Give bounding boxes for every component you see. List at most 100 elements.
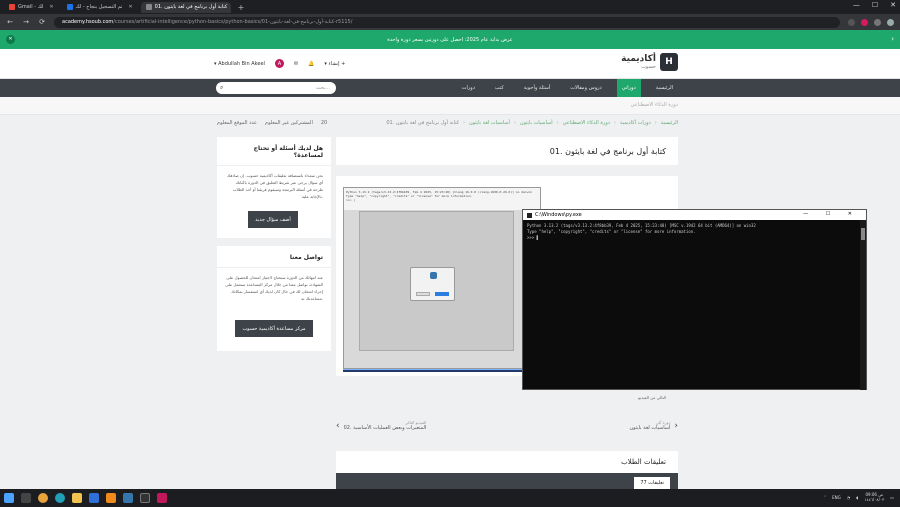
close-tab-icon[interactable]: ✕	[49, 4, 53, 10]
console-titlebar[interactable]: C:\Windows\py.exe — ☐ ✕	[523, 210, 866, 220]
app-icon[interactable]	[157, 493, 167, 503]
nav-articles[interactable]: دروس ومقالات	[565, 79, 606, 97]
close-icon[interactable]: ✕	[890, 1, 896, 9]
add-question-button[interactable]: أضف سؤال جديد	[248, 211, 298, 228]
folder-icon[interactable]	[72, 493, 82, 503]
search-placeholder: بحث...	[315, 85, 330, 91]
edge-icon[interactable]	[55, 493, 65, 503]
nav-my-courses[interactable]: دوراتي	[616, 79, 641, 97]
announcement-text[interactable]: عرض بداية عام 2025: احصل على دورتين بسعر…	[387, 37, 513, 43]
back-icon[interactable]: ←	[6, 18, 14, 26]
breadcrumb-item[interactable]: دورة الذكاء الاصطناعي	[563, 120, 610, 126]
course-subheader: دورة الذكاء الاصطناعي	[0, 97, 900, 115]
chrome-icon[interactable]	[38, 493, 48, 503]
create-menu[interactable]: ▾ إنشاء +	[324, 61, 345, 67]
browser-tab-gmail[interactable]: Gmail - لك ✕	[4, 2, 59, 13]
forward-icon[interactable]: →	[22, 18, 30, 26]
breadcrumb: الرئيسية › دورات أكاديمية › دورة الذكاء ال…	[386, 120, 678, 126]
username: Abdullah Bin Akeel	[218, 60, 265, 67]
video-progress-bar[interactable]	[343, 369, 541, 372]
chevron-right-icon[interactable]: ›	[891, 35, 894, 43]
language-indicator[interactable]: ENG	[832, 495, 841, 500]
terminal-icon[interactable]	[140, 493, 150, 503]
console-scrollbar[interactable]	[860, 220, 866, 390]
contact-card-text: عند انتهائك من الدورة ستحتاج لاجتياز امت…	[225, 275, 323, 301]
search-icon[interactable]: ⌕	[220, 84, 223, 92]
tab-label: Gmail - لك	[18, 4, 44, 10]
tab-label: 01. كتابة أول برنامج في لغة بايثون	[154, 4, 228, 10]
video-caption[interactable]: التالي من الفيديو	[638, 395, 666, 400]
minimize-icon[interactable]: —	[853, 1, 860, 9]
profile-icon[interactable]	[887, 18, 894, 26]
site-logo[interactable]: أكاديمية حسوب H	[621, 53, 678, 71]
video-button	[435, 292, 449, 296]
console-window[interactable]: C:\Windows\py.exe — ☐ ✕ Python 3.13.2 (t…	[522, 209, 867, 390]
url-field[interactable]: academy.hsoub.com /courses/artificial-in…	[54, 16, 840, 28]
lesson-pager: دورة آلي أساسيات لغة بايثون › ‹ الفيديو …	[336, 420, 678, 442]
window-controls: — ☐ ✕	[853, 1, 896, 9]
console-icon	[527, 212, 532, 218]
location-stat: عدد الموقع المعلوم	[217, 120, 257, 126]
course-name[interactable]: دورة الذكاء الاصطناعي	[631, 102, 678, 108]
avatar[interactable]: A	[274, 59, 284, 68]
maximize-icon[interactable]: ☐	[872, 1, 878, 9]
console-output[interactable]: Python 3.13.2 (tags/v3.13.2:4f8bb39, Feb…	[523, 220, 866, 244]
video-frame[interactable]: Python 3.13.2 (tags/v3.13.2:4f8bb39, Feb…	[343, 187, 541, 369]
console-controls[interactable]: — ☐ ✕	[803, 211, 860, 217]
user-area: ▾ Abdullah Bin Akeel A ✉ 🔔 ▾ إنشاء +	[214, 59, 345, 68]
user-menu[interactable]: ▾ Abdullah Bin Akeel	[214, 61, 265, 67]
address-bar: ← → ⟳ academy.hsoub.com /courses/artific…	[0, 14, 900, 30]
extension-icon[interactable]	[861, 18, 868, 26]
new-tab-button[interactable]: +	[238, 3, 245, 12]
chevron-up-icon[interactable]: ˄	[824, 495, 826, 500]
nav-books[interactable]: كتب	[490, 79, 509, 97]
python-icon[interactable]	[123, 493, 133, 503]
breadcrumb-item[interactable]: دورات أكاديمية	[620, 120, 651, 126]
help-card-text: نحن سعداء باستضافة تعليقات أكاديمية حسوب…	[227, 173, 323, 199]
help-center-button[interactable]: مركز مساعدة أكاديمية حسوب	[235, 320, 313, 337]
breadcrumb-item[interactable]: أساسيات لغة بايثون	[469, 120, 510, 126]
main-nav: الرئيسية دوراتي دروس ومقالات أسئلة وأجوب…	[0, 79, 900, 97]
nav-questions[interactable]: أسئلة وأجوبة	[519, 79, 556, 97]
vlc-icon[interactable]	[106, 493, 116, 503]
logo-icon: H	[660, 53, 678, 71]
breadcrumb-item[interactable]: أساسيات بايثون	[520, 120, 553, 126]
comments-title: تعليقات الطلاب	[336, 451, 678, 473]
windows-start-icon[interactable]	[4, 493, 14, 503]
notifications-icon[interactable]: 🔔	[308, 61, 314, 67]
logo-subtitle: حسوب	[641, 64, 656, 70]
wifi-icon[interactable]: ◔	[847, 495, 851, 500]
browser-tab-registration[interactable]: تم التسجيل بنجاح - لك ✕	[62, 2, 138, 13]
chevron-left-icon: ‹	[336, 420, 340, 431]
console-title: C:\Windows\py.exe	[535, 212, 582, 218]
console-prompt: >>> ▌	[527, 235, 540, 240]
breadcrumb-current: 01. كتابة أول برنامج في لغة بايثون	[386, 120, 459, 126]
extension-icon[interactable]	[874, 18, 881, 26]
search-icon[interactable]	[21, 493, 31, 503]
video-line: >>> |	[346, 198, 356, 202]
volume-icon[interactable]: ◖	[856, 495, 858, 500]
video-terminal: Python 3.13.2 (tags/v3.13.2:4f8bb39, Feb…	[344, 188, 540, 210]
store-icon[interactable]	[89, 493, 99, 503]
lesson-title: 01. كتابة أول برنامج في لغة بايثون	[336, 137, 678, 165]
extension-icon[interactable]	[848, 18, 855, 26]
clock[interactable]: 09:06 ص ١٤٤٦/٠٨/٠٣	[864, 492, 884, 502]
browser-tabbar: Gmail - لك ✕ تم التسجيل بنجاح - لك ✕ 01.…	[0, 0, 900, 14]
close-announcement-icon[interactable]: ✕	[6, 35, 15, 44]
breadcrumb-item[interactable]: الرئيسية	[661, 120, 678, 126]
search-input[interactable]: ⌕ بحث...	[216, 82, 336, 94]
notification-icon[interactable]: ▭	[890, 495, 894, 500]
extensions	[848, 18, 894, 26]
next-lesson-link[interactable]: ‹ الفيديو التالي 02. المتغيرات وبعض العم…	[336, 420, 426, 431]
site-header: ▾ Abdullah Bin Akeel A ✉ 🔔 ▾ إنشاء + أكا…	[0, 49, 900, 79]
nav-home[interactable]: الرئيسية	[651, 79, 678, 97]
comments-count-tab[interactable]: 77 تعليقات	[634, 477, 670, 489]
reload-icon[interactable]: ⟳	[38, 18, 46, 26]
nav-courses[interactable]: دورات	[457, 79, 480, 97]
close-tab-icon[interactable]: ✕	[128, 4, 132, 10]
previous-lesson-link[interactable]: دورة آلي أساسيات لغة بايثون ›	[629, 420, 678, 431]
browser-tab-lesson[interactable]: 01. كتابة أول برنامج في لغة بايثون ✕	[140, 1, 231, 13]
messages-icon[interactable]: ✉	[294, 61, 298, 67]
logo-title: أكاديمية	[621, 54, 656, 64]
site-icon	[66, 4, 73, 10]
